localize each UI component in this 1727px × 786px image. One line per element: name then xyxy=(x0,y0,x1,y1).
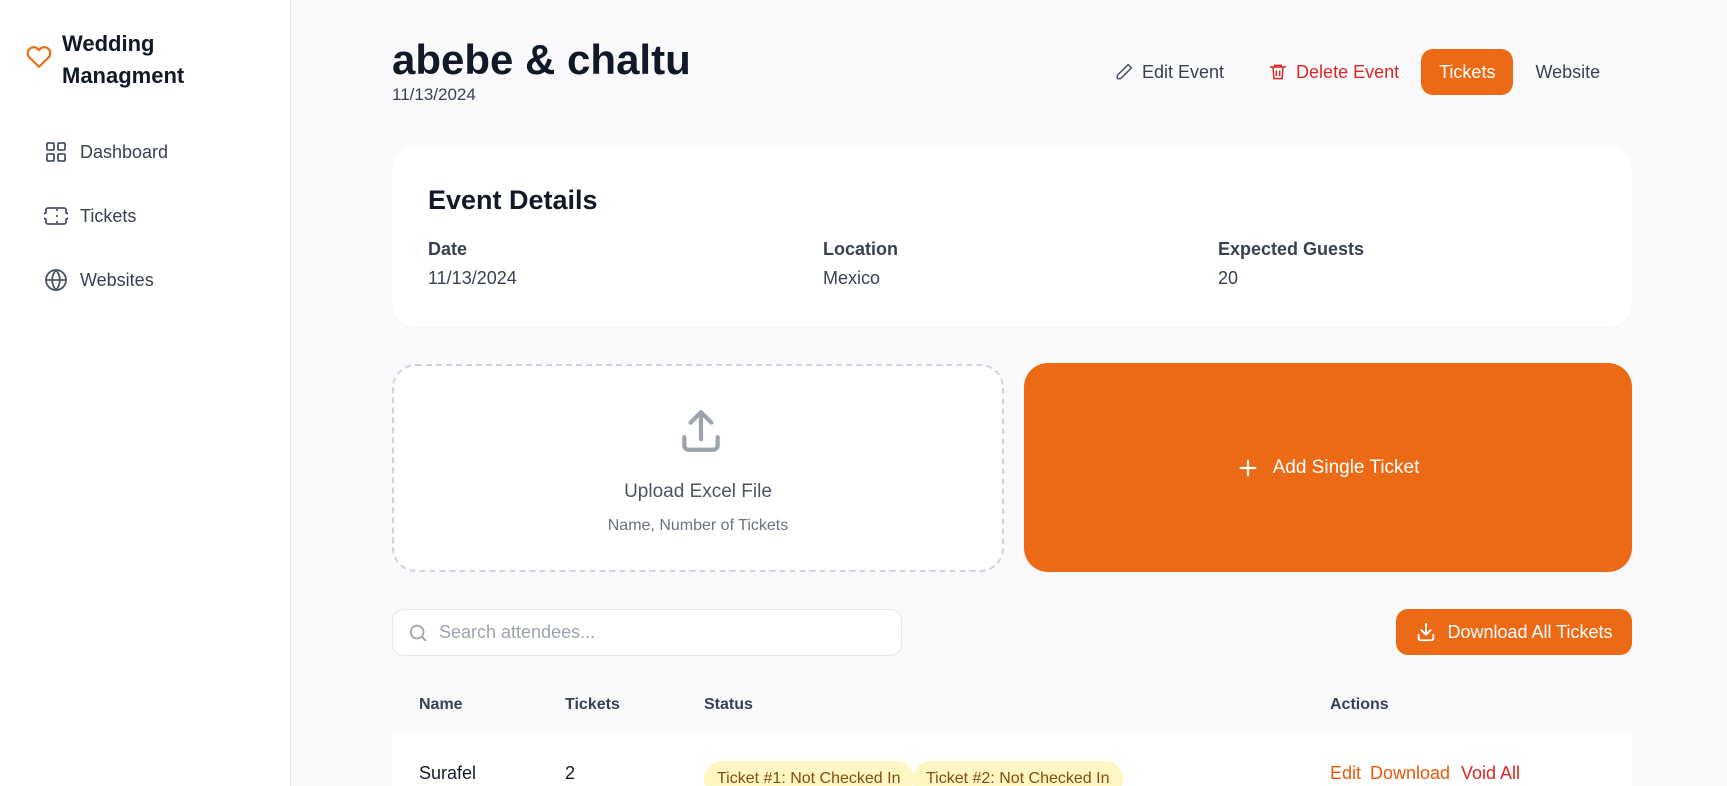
sidebar-item-tickets[interactable]: Tickets xyxy=(44,202,168,230)
trash-icon xyxy=(1269,64,1287,80)
event-details-heading: Event Details xyxy=(428,185,598,215)
download-attendee-link[interactable]: Download xyxy=(1370,763,1450,784)
search-input[interactable] xyxy=(439,622,879,643)
detail-location: Location Mexico xyxy=(823,239,898,289)
ticket-icon xyxy=(44,207,68,225)
edit-attendee-link[interactable]: Edit xyxy=(1330,763,1361,784)
download-all-tickets-button[interactable]: Download All Tickets xyxy=(1396,609,1632,655)
sidebar-item-label: Websites xyxy=(80,269,154,290)
sidebar-item-websites[interactable]: Websites xyxy=(44,266,168,294)
sidebar-item-label: Dashboard xyxy=(80,141,169,162)
detail-value: 11/13/2024 xyxy=(428,268,517,288)
add-single-ticket-button[interactable]: Add Single Ticket xyxy=(1024,363,1632,572)
event-date: 11/13/2024 xyxy=(392,85,476,104)
grid-icon xyxy=(46,142,66,162)
delete-event-label: Delete Event xyxy=(1296,61,1400,82)
void-all-link[interactable]: Void All xyxy=(1461,763,1520,784)
brand[interactable]: Wedding Managment xyxy=(26,28,212,92)
search-icon xyxy=(409,624,427,641)
edit-event-label: Edit Event xyxy=(1142,61,1225,82)
add-single-ticket-label: Add Single Ticket xyxy=(1272,456,1420,478)
detail-expected-guests: Expected Guests 20 xyxy=(1218,239,1364,289)
download-icon xyxy=(1418,622,1435,642)
search-box xyxy=(392,609,902,656)
status-badge: Ticket #1: Not Checked In xyxy=(704,761,914,786)
table-header: Name Tickets Status Actions xyxy=(392,682,1632,732)
column-header-name: Name xyxy=(419,696,463,713)
column-header-status: Status xyxy=(704,696,753,713)
upload-title: Upload Excel File xyxy=(624,481,772,502)
attendee-tickets: 2 xyxy=(565,763,576,783)
event-details-card: Event Details Date 11/13/2024 Location M… xyxy=(392,145,1632,327)
detail-date: Date 11/13/2024 xyxy=(428,239,517,289)
globe-icon xyxy=(45,268,67,292)
column-header-tickets: Tickets xyxy=(565,696,620,713)
detail-label: Expected Guests xyxy=(1218,239,1365,259)
upload-excel-dropzone[interactable]: Upload Excel File Name, Number of Ticket… xyxy=(392,364,1004,572)
column-header-actions: Actions xyxy=(1330,696,1389,713)
detail-value: Mexico xyxy=(823,268,881,288)
detail-value: 20 xyxy=(1218,268,1239,288)
page-title: abebe & chaltu xyxy=(392,36,691,83)
edit-event-button[interactable]: Edit Event xyxy=(1092,49,1246,95)
delete-event-button[interactable]: Delete Event xyxy=(1246,49,1421,95)
status-badge: Ticket #2: Not Checked In xyxy=(913,761,1123,786)
plus-icon xyxy=(1239,459,1257,476)
header-actions: Edit Event Delete Event Tickets Website xyxy=(1092,49,1622,95)
tickets-tab-button[interactable]: Tickets xyxy=(1421,49,1514,95)
website-tab-button[interactable]: Website xyxy=(1513,49,1622,95)
sidebar-item-label: Tickets xyxy=(80,205,137,226)
sidebar: Wedding Managment Dashboard Tickets Webs… xyxy=(0,0,291,786)
attendee-name: Surafel xyxy=(419,763,477,783)
upload-hint: Name, Number of Tickets xyxy=(607,517,789,534)
pencil-icon xyxy=(1116,63,1133,80)
brand-title: Wedding Managment xyxy=(62,31,185,88)
download-all-label: Download All Tickets xyxy=(1447,621,1613,642)
detail-label: Date xyxy=(428,239,468,259)
sidebar-nav: Dashboard Tickets Websites xyxy=(44,138,168,330)
sidebar-item-dashboard[interactable]: Dashboard xyxy=(44,138,168,166)
detail-label: Location xyxy=(823,239,898,259)
heart-icon xyxy=(26,46,52,68)
table-row: Surafel 2 Ticket #1: Not Checked In Tick… xyxy=(392,733,1632,786)
upload-icon xyxy=(682,410,720,452)
